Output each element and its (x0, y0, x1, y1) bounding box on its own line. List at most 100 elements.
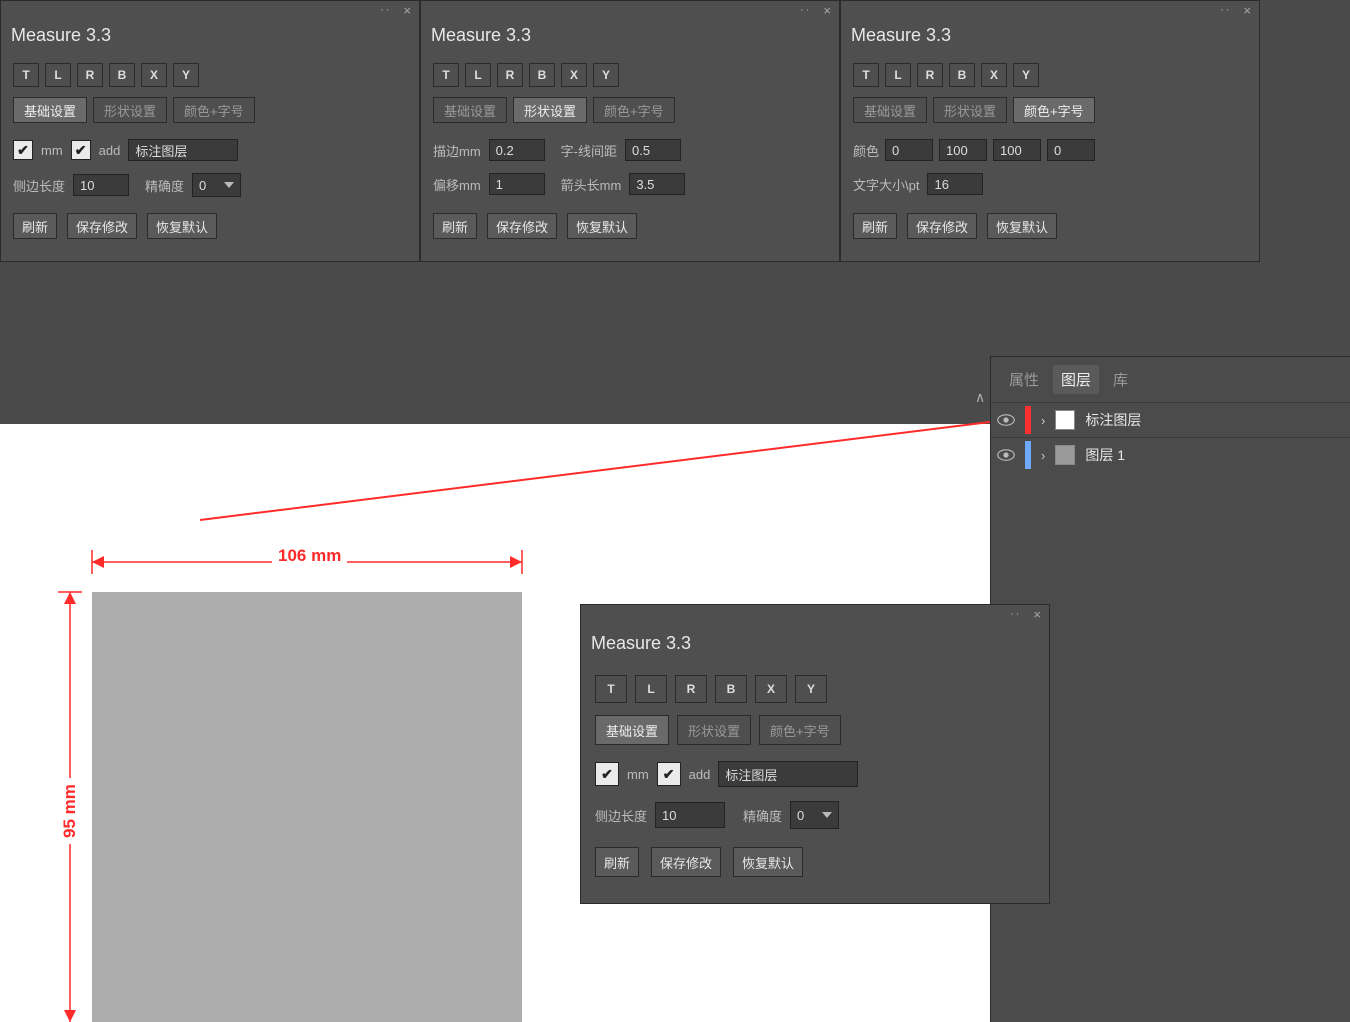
tab-colorfont[interactable]: 颜色+字号 (593, 97, 675, 123)
tab-colorfont[interactable]: 颜色+字号 (173, 97, 255, 123)
panel-title: Measure 3.3 (431, 25, 531, 46)
dir-y[interactable]: Y (1013, 63, 1039, 87)
dir-t[interactable]: T (433, 63, 459, 87)
checkbox-row: ✔ mm ✔ add (595, 761, 858, 787)
dir-x[interactable]: X (561, 63, 587, 87)
panel-header: ·· × (1212, 1, 1259, 19)
settings-tabs: 基础设置 形状设置 颜色+字号 (853, 97, 1095, 123)
save-button[interactable]: 保存修改 (67, 213, 137, 239)
color-y-input[interactable] (993, 139, 1041, 161)
chevron-down-icon (224, 182, 234, 188)
dir-r[interactable]: R (77, 63, 103, 87)
reset-button[interactable]: 恢复默认 (147, 213, 217, 239)
expand-icon[interactable]: › (1041, 413, 1045, 428)
dir-y[interactable]: Y (795, 675, 827, 703)
precision-dropdown[interactable]: 0 (192, 173, 241, 197)
layers-tabs: 属性 图层 库 (991, 357, 1350, 402)
font-input[interactable] (927, 173, 983, 195)
dir-x[interactable]: X (141, 63, 167, 87)
tab-library[interactable]: 库 (1105, 365, 1136, 394)
precision-dropdown[interactable]: 0 (790, 801, 839, 829)
checkbox-add[interactable]: ✔ (657, 762, 681, 786)
measure-panel-basic: ·· × Measure 3.3 T L R B X Y 基础设置 形状设置 颜… (0, 0, 420, 262)
layer-row-annotation[interactable]: › 标注图层 (991, 402, 1350, 437)
reset-button[interactable]: 恢复默认 (567, 213, 637, 239)
checkbox-mm-label: mm (627, 767, 649, 782)
reset-button[interactable]: 恢复默认 (987, 213, 1057, 239)
dir-r[interactable]: R (497, 63, 523, 87)
close-icon[interactable]: × (403, 3, 411, 18)
checkbox-add[interactable]: ✔ (71, 140, 91, 160)
close-icon[interactable]: × (823, 3, 831, 18)
refresh-button[interactable]: 刷新 (433, 213, 477, 239)
dir-l[interactable]: L (885, 63, 911, 87)
layer-name-input[interactable] (718, 761, 858, 787)
tab-shape[interactable]: 形状设置 (93, 97, 167, 123)
sidelen-input[interactable] (73, 174, 129, 196)
dir-b[interactable]: B (109, 63, 135, 87)
tab-basic[interactable]: 基础设置 (595, 715, 669, 745)
tab-colorfont[interactable]: 颜色+字号 (759, 715, 841, 745)
tab-shape[interactable]: 形状设置 (513, 97, 587, 123)
artboard[interactable] (92, 592, 522, 1022)
tab-properties[interactable]: 属性 (1001, 365, 1047, 394)
visibility-icon[interactable] (997, 448, 1015, 462)
dir-b[interactable]: B (715, 675, 747, 703)
stroke-input[interactable] (489, 139, 545, 161)
save-button[interactable]: 保存修改 (907, 213, 977, 239)
tab-colorfont[interactable]: 颜色+字号 (1013, 97, 1095, 123)
panel-header: ·· × (792, 1, 839, 19)
dock-icon[interactable]: ·· (1220, 4, 1231, 16)
visibility-icon[interactable] (997, 413, 1015, 427)
dir-t[interactable]: T (595, 675, 627, 703)
dir-r[interactable]: R (917, 63, 943, 87)
panel-title: Measure 3.3 (11, 25, 111, 46)
dock-icon[interactable]: ·· (1010, 608, 1021, 620)
close-icon[interactable]: × (1243, 3, 1251, 18)
dir-l[interactable]: L (45, 63, 71, 87)
checkbox-mm-label: mm (41, 143, 63, 158)
dir-b[interactable]: B (949, 63, 975, 87)
tab-layers[interactable]: 图层 (1053, 365, 1099, 394)
save-button[interactable]: 保存修改 (651, 847, 721, 877)
checkbox-add-label: add (689, 767, 711, 782)
refresh-button[interactable]: 刷新 (13, 213, 57, 239)
close-icon[interactable]: × (1033, 607, 1041, 622)
layer-name-input[interactable] (128, 139, 238, 161)
dir-x[interactable]: X (981, 63, 1007, 87)
refresh-button[interactable]: 刷新 (853, 213, 897, 239)
expand-icon[interactable]: › (1041, 448, 1045, 463)
dir-t[interactable]: T (13, 63, 39, 87)
dir-l[interactable]: L (635, 675, 667, 703)
refresh-button[interactable]: 刷新 (595, 847, 639, 877)
dir-b[interactable]: B (529, 63, 555, 87)
dir-x[interactable]: X (755, 675, 787, 703)
dock-icon[interactable]: ·· (800, 4, 811, 16)
tab-basic[interactable]: 基础设置 (13, 97, 87, 123)
save-button[interactable]: 保存修改 (487, 213, 557, 239)
layer-color-swatch (1025, 441, 1031, 469)
arrow-input[interactable] (629, 173, 685, 195)
reset-button[interactable]: 恢复默认 (733, 847, 803, 877)
sidelen-input[interactable] (655, 802, 725, 828)
tab-basic[interactable]: 基础设置 (433, 97, 507, 123)
color-k-input[interactable] (1047, 139, 1095, 161)
dir-t[interactable]: T (853, 63, 879, 87)
offset-input[interactable] (489, 173, 545, 195)
dock-icon[interactable]: ·· (380, 4, 391, 16)
dir-r[interactable]: R (675, 675, 707, 703)
layer-row-1[interactable]: › 图层 1 (991, 437, 1350, 472)
gap-input[interactable] (625, 139, 681, 161)
tab-basic[interactable]: 基础设置 (853, 97, 927, 123)
dir-l[interactable]: L (465, 63, 491, 87)
color-c-input[interactable] (885, 139, 933, 161)
dir-y[interactable]: Y (173, 63, 199, 87)
checkbox-mm[interactable]: ✔ (595, 762, 619, 786)
dir-y[interactable]: Y (593, 63, 619, 87)
tab-shape[interactable]: 形状设置 (677, 715, 751, 745)
tab-shape[interactable]: 形状设置 (933, 97, 1007, 123)
color-m-input[interactable] (939, 139, 987, 161)
layer-thumb (1055, 445, 1075, 465)
collapse-icon[interactable]: ∧ (975, 389, 985, 406)
checkbox-mm[interactable]: ✔ (13, 140, 33, 160)
